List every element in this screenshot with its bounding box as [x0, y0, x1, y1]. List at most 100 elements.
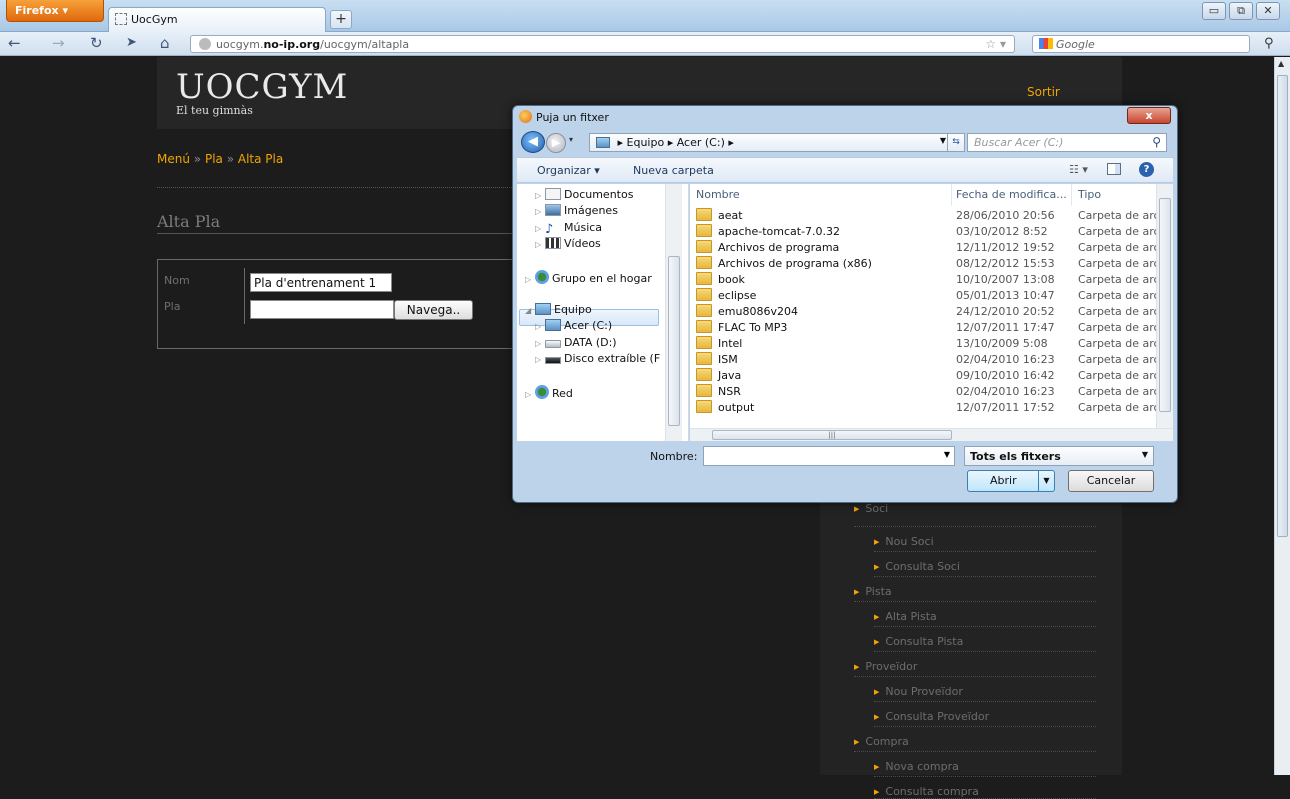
bird-icon[interactable]: ➤ — [126, 35, 137, 51]
breadcrumb-path[interactable]: ▸ Equipo ▸ Acer (C:) ▸ ▼ — [589, 133, 951, 152]
path-acer-c[interactable]: Acer (C:) — [677, 136, 725, 149]
nav-item-documentos[interactable]: ▷ Documentos — [535, 188, 633, 201]
path-dropdown-icon[interactable]: ▼ — [940, 136, 946, 145]
refresh-icon[interactable]: ⇆ — [947, 133, 965, 152]
sidebar-item-nou-proveidor[interactable]: ▶ Nou Proveïdor — [874, 677, 1096, 702]
nav-item-videos[interactable]: ▷ Vídeos — [535, 237, 601, 250]
nav-pane-scrollbar[interactable] — [665, 184, 682, 441]
expand-icon[interactable]: ▷ — [535, 191, 545, 200]
nav-item-musica[interactable]: ▷ ♪ Música — [535, 221, 602, 237]
nav-item-red[interactable]: ▷ Red — [525, 385, 573, 400]
sidebar-item-compra[interactable]: ▶ Compra — [854, 727, 1096, 752]
open-options-icon[interactable]: ▼ — [1038, 471, 1054, 491]
page-scrollbar-thumb[interactable] — [1277, 75, 1288, 537]
file-list-scrollbar-thumb[interactable] — [1159, 198, 1171, 412]
sidebar-item-soci[interactable]: ▶ Soci — [854, 502, 1096, 527]
breadcrumb-menu[interactable]: Menú — [157, 152, 190, 166]
filetype-select[interactable]: Tots els fitxers ▼ — [964, 446, 1154, 466]
file-row[interactable]: book 10/10/2007 13:08 Carpeta de arc — [690, 272, 1156, 288]
nom-input[interactable] — [250, 273, 392, 292]
sidebar-item-consulta-compra[interactable]: ▶ Consulta compra — [874, 777, 1096, 799]
sidebar-item-consulta-soci[interactable]: ▶ Consulta Soci — [874, 552, 1096, 577]
file-row[interactable]: FLAC To MP3 12/07/2011 17:47 Carpeta de ar… — [690, 320, 1156, 336]
bookmark-star-icon[interactable]: ☆ ▾ — [985, 37, 1006, 51]
forward-icon[interactable]: ▶ — [546, 133, 566, 153]
page-scrollbar[interactable]: ▲ — [1274, 57, 1290, 775]
file-row[interactable]: Intel 13/10/2009 5:08 Carpeta de arc — [690, 336, 1156, 352]
horizontal-scrollbar-thumb[interactable]: ||| — [712, 430, 952, 440]
site-logo[interactable]: UOCGYM — [176, 67, 348, 107]
file-row[interactable]: apache-tomcat-7.0.32 03/10/2012 8:52 Carpe… — [690, 224, 1156, 240]
home-icon[interactable]: ⌂ — [160, 35, 170, 51]
nav-item-acer-c[interactable]: ▷ Acer (C:) — [535, 319, 612, 332]
file-list-horizontal-scrollbar[interactable]: ||| — [690, 428, 1173, 441]
search-bar[interactable]: Google — [1032, 35, 1250, 53]
sidebar-item-nova-compra[interactable]: ▶ Nova compra — [874, 752, 1096, 777]
filename-dropdown-icon[interactable]: ▼ — [944, 450, 950, 459]
cancel-button[interactable]: Cancelar — [1068, 470, 1154, 492]
file-row[interactable]: output 12/07/2011 17:52 Carpeta de arc — [690, 400, 1156, 416]
sidebar-item-proveidor[interactable]: ▶ Proveïdor — [854, 652, 1096, 677]
dialog-close-button[interactable]: x — [1127, 107, 1171, 124]
file-row[interactable]: ISM 02/04/2010 16:23 Carpeta de arc — [690, 352, 1156, 368]
column-header-date[interactable]: Fecha de modifica... — [952, 184, 1072, 206]
expand-icon[interactable]: ▷ — [535, 339, 545, 348]
path-equipo[interactable]: Equipo — [627, 136, 665, 149]
sidebar-item-pista[interactable]: ▶ Pista — [854, 577, 1096, 602]
sidebar-item-consulta-proveidor[interactable]: ▶ Consulta Proveïdor — [874, 702, 1096, 727]
back-arrow-icon[interactable]: ← — [8, 35, 21, 51]
file-row[interactable]: eclipse 05/01/2013 10:47 Carpeta de arc — [690, 288, 1156, 304]
firefox-menu-button[interactable]: Firefox ▾ — [6, 0, 104, 22]
sidebar-item-consulta-pista[interactable]: ▶ Consulta Pista — [874, 627, 1096, 652]
expand-icon[interactable]: ▷ — [535, 224, 545, 233]
pla-file-input[interactable] — [250, 300, 394, 319]
forward-arrow-icon[interactable]: → — [52, 35, 65, 51]
back-icon[interactable]: ◀ — [521, 131, 545, 153]
file-row[interactable]: emu8086v204 24/12/2010 20:52 Carpeta de ar… — [690, 304, 1156, 320]
dialog-search-input[interactable]: Buscar Acer (C:) ⚲ — [967, 133, 1167, 152]
nav-scrollbar-thumb[interactable] — [668, 256, 680, 426]
expand-icon[interactable]: ▷ — [535, 322, 545, 331]
new-tab-button[interactable]: + — [330, 10, 352, 29]
breadcrumb-pla[interactable]: Pla — [205, 152, 223, 166]
sidebar-item-nou-soci[interactable]: ▶ Nou Soci — [874, 527, 1096, 552]
reload-icon[interactable]: ↻ — [90, 35, 103, 51]
column-header-name[interactable]: Nombre — [690, 184, 952, 206]
expand-icon[interactable]: ▷ — [535, 207, 545, 216]
organize-menu-button[interactable]: Organizar ▾ — [537, 164, 600, 177]
browse-button[interactable]: Navega.. — [394, 300, 473, 320]
recent-locations-icon[interactable]: ▾ — [569, 135, 573, 144]
filename-input[interactable]: ▼ — [703, 446, 955, 466]
restore-button[interactable]: ⧉ — [1229, 2, 1253, 20]
file-row[interactable]: Java 09/10/2010 16:42 Carpeta de arc — [690, 368, 1156, 384]
breadcrumb-alta-pla[interactable]: Alta Pla — [238, 152, 283, 166]
file-list-vertical-scrollbar[interactable] — [1156, 184, 1173, 428]
logout-link[interactable]: Sortir — [1027, 85, 1060, 99]
scroll-up-icon[interactable]: ▲ — [1278, 59, 1284, 68]
column-header-type[interactable]: Tipo — [1072, 184, 1156, 206]
search-icon[interactable]: ⚲ — [1264, 36, 1274, 51]
nav-item-homegroup[interactable]: ▷ Grupo en el hogar — [525, 270, 652, 285]
file-row[interactable]: NSR 02/04/2010 16:23 Carpeta de arc — [690, 384, 1156, 400]
help-icon[interactable]: ? — [1139, 162, 1154, 177]
file-row[interactable]: aeat 28/06/2010 20:56 Carpeta de arc — [690, 208, 1156, 224]
open-button[interactable]: Abrir ▼ — [967, 470, 1055, 492]
expand-icon[interactable]: ▷ — [525, 390, 535, 399]
nav-item-equipo[interactable]: ◢ Equipo — [525, 303, 592, 316]
browser-tab[interactable]: UocGym — [108, 7, 326, 32]
file-row[interactable]: Archivos de programa 12/11/2012 19:52 Carp… — [690, 240, 1156, 256]
new-folder-button[interactable]: Nueva carpeta — [633, 164, 714, 177]
close-window-button[interactable]: ✕ — [1256, 2, 1280, 20]
expand-icon[interactable]: ▷ — [535, 240, 545, 249]
nav-item-removable-f[interactable]: ▷ Disco extraíble (F — [535, 352, 660, 365]
collapse-icon[interactable]: ◢ — [525, 306, 535, 315]
minimize-button[interactable]: ▭ — [1202, 2, 1226, 20]
sidebar-item-alta-pista[interactable]: ▶ Alta Pista — [874, 602, 1096, 627]
nav-item-data-d[interactable]: ▷ DATA (D:) — [535, 336, 617, 349]
nav-item-imagenes[interactable]: ▷ Imágenes — [535, 204, 618, 217]
expand-icon[interactable]: ▷ — [535, 355, 545, 364]
view-options-icon[interactable]: ☷ ▾ — [1069, 163, 1088, 176]
file-row[interactable]: Archivos de programa (x86) 08/12/2012 15:… — [690, 256, 1156, 272]
expand-icon[interactable]: ▷ — [525, 275, 535, 284]
preview-pane-icon[interactable] — [1107, 163, 1121, 175]
